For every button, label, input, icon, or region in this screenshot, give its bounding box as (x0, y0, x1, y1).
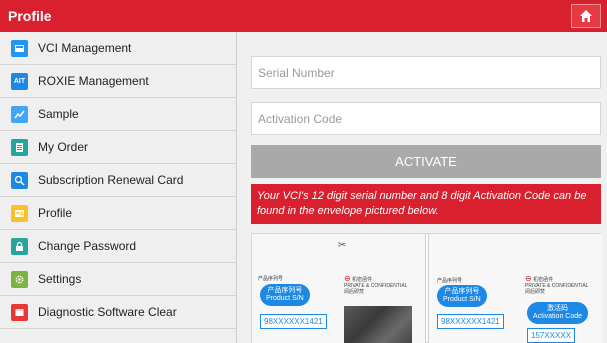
confidential-seal: ⊖ 机密函件 PRIVATE & CONFIDENTIAL 阅后即焚 (344, 274, 407, 296)
sidebar-item-label: VCI Management (38, 41, 132, 55)
sidebar-item-label: Profile (38, 206, 73, 220)
profile-card-icon (11, 204, 28, 222)
vci-icon (11, 39, 28, 57)
sidebar-item-label: Diagnostic Software Clear (38, 305, 177, 319)
clear-icon (11, 303, 28, 321)
sidebar-item-label: Change Password (38, 239, 137, 253)
sidebar-item-label: Settings (38, 272, 82, 286)
title-bar: Profile (0, 0, 607, 32)
product-sn-callout: 产品序列号 Product S/N (260, 284, 310, 306)
seal-mark-icon: ⊖ (525, 274, 532, 283)
activation-code-input[interactable] (258, 103, 600, 134)
page-title: Profile (8, 8, 52, 24)
callout-en: Activation Code (533, 313, 583, 320)
sidebar-item-my-order[interactable]: My Order (0, 131, 236, 164)
gear-icon (11, 270, 28, 288)
serial-number-input[interactable] (258, 57, 600, 88)
seal-mark-icon: ⊖ (344, 274, 351, 283)
callout-en: Product S/N (266, 295, 304, 302)
sidebar-item-diagnostic-software-clear[interactable]: Diagnostic Software Clear (0, 296, 236, 329)
instruction-notice: Your VCI's 12 digit serial number and 8 … (251, 184, 601, 224)
seal-sub: 阅后即焚 (344, 289, 365, 295)
lock-icon (11, 237, 28, 255)
sidebar-item-label: My Order (38, 140, 89, 154)
sidebar: VCI Management AIT ROXIE Management Samp… (0, 32, 237, 343)
roxie-icon: AIT (11, 72, 28, 90)
envelope-illustration: ✂ 产品序列号 产品序列号 Product S/N 98XXXXXX1421 ⊖… (251, 233, 602, 343)
callout-cn: 产品序列号 (267, 287, 303, 294)
serial-number-field[interactable] (251, 56, 601, 89)
sidebar-item-label: Subscription Renewal Card (38, 173, 184, 187)
seal-sub: 阅后即焚 (525, 289, 546, 295)
callout-cn: 激活码 (547, 305, 569, 312)
search-card-icon (11, 171, 28, 189)
home-button[interactable] (571, 4, 601, 28)
envelope-left: ✂ 产品序列号 产品序列号 Product S/N 98XXXXXX1421 ⊖… (252, 234, 426, 343)
sample-chart-icon (11, 105, 28, 123)
envelope-right: 产品序列号 产品序列号 Product S/N 98XXXXXX1421 ⊖ 机… (428, 234, 602, 343)
confidential-seal: ⊖ 机密函件 PRIVATE & CONFIDENTIAL 阅后即焚 (525, 274, 588, 296)
callout-cn: 产品序列号 (444, 288, 480, 295)
sidebar-item-label: Sample (38, 107, 79, 121)
sidebar-item-subscription-renewal-card[interactable]: Subscription Renewal Card (0, 164, 236, 197)
envelope-right-header: 产品序列号 (437, 278, 463, 284)
sidebar-item-change-password[interactable]: Change Password (0, 230, 236, 263)
main-panel: ACTIVATE Your VCI's 12 digit serial numb… (237, 32, 607, 343)
activate-button[interactable]: ACTIVATE (251, 145, 601, 178)
serial-value-box: 98XXXXXX1421 (437, 314, 504, 329)
sidebar-item-sample[interactable]: Sample (0, 98, 236, 131)
sidebar-item-label: ROXIE Management (38, 74, 149, 88)
sidebar-item-vci-management[interactable]: VCI Management (0, 32, 236, 65)
order-list-icon (11, 138, 28, 156)
scissors-icon: ✂ (338, 240, 347, 251)
product-sn-callout: 产品序列号 Product S/N (437, 285, 487, 307)
scratch-area (344, 306, 412, 343)
home-icon (580, 10, 592, 22)
activation-code-field[interactable] (251, 102, 601, 135)
envelope-left-header: 产品序列号 (258, 276, 284, 282)
sidebar-item-roxie-management[interactable]: AIT ROXIE Management (0, 65, 236, 98)
activation-code-callout: 激活码 Activation Code (527, 302, 589, 324)
serial-value-box: 98XXXXXX1421 (260, 314, 327, 329)
sidebar-item-settings[interactable]: Settings (0, 263, 236, 296)
roxie-icon-text: AIT (13, 77, 26, 85)
callout-en: Product S/N (443, 296, 481, 303)
sidebar-item-profile[interactable]: Profile (0, 197, 236, 230)
activation-value-box: 157XXXXX (527, 328, 576, 343)
